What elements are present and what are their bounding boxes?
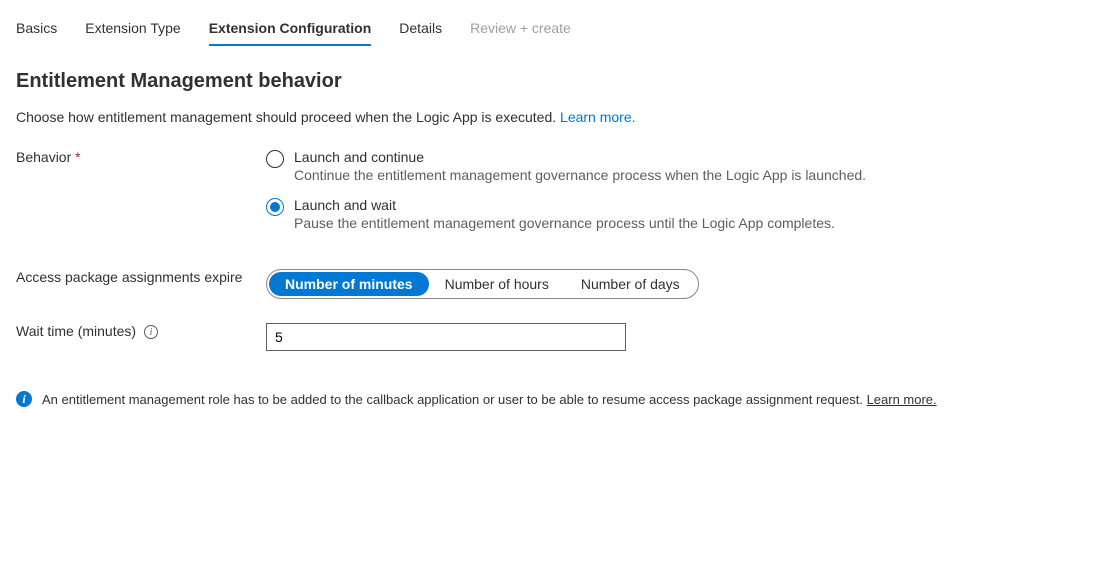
radio-launch-wait-desc: Pause the entitlement management governa…	[294, 215, 1084, 231]
notice-text: An entitlement management role has to be…	[42, 392, 867, 407]
radio-launch-wait-label[interactable]: Launch and wait	[294, 197, 1084, 213]
info-filled-icon: i	[16, 391, 32, 407]
tab-bar: Basics Extension Type Extension Configur…	[0, 0, 1100, 46]
wait-time-label: Wait time (minutes) i	[16, 323, 266, 351]
pill-days[interactable]: Number of days	[565, 272, 696, 296]
expire-pill-group: Number of minutes Number of hours Number…	[266, 269, 699, 299]
section-title: Entitlement Management behavior	[0, 46, 1100, 93]
behavior-options: Launch and continue Continue the entitle…	[266, 149, 1084, 245]
section-description: Choose how entitlement management should…	[0, 93, 1100, 125]
info-icon[interactable]: i	[144, 325, 158, 339]
tab-basics[interactable]: Basics	[16, 20, 57, 46]
notice-banner: i An entitlement management role has to …	[0, 351, 1100, 407]
behavior-label: Behavior *	[16, 149, 266, 245]
tab-extension-configuration[interactable]: Extension Configuration	[209, 20, 372, 46]
wait-time-input[interactable]	[266, 323, 626, 351]
description-text: Choose how entitlement management should…	[16, 109, 560, 125]
tab-details[interactable]: Details	[399, 20, 442, 46]
notice-learn-more-link[interactable]: Learn more.	[867, 392, 937, 407]
wait-time-label-text: Wait time (minutes)	[16, 323, 136, 339]
behavior-label-text: Behavior	[16, 149, 71, 165]
learn-more-link[interactable]: Learn more.	[560, 109, 635, 125]
radio-launch-continue-label[interactable]: Launch and continue	[294, 149, 1084, 165]
radio-launch-wait[interactable]	[266, 198, 284, 216]
radio-launch-continue[interactable]	[266, 150, 284, 168]
radio-launch-continue-desc: Continue the entitlement management gove…	[294, 167, 1084, 183]
required-asterisk: *	[75, 149, 80, 165]
pill-minutes[interactable]: Number of minutes	[269, 272, 429, 296]
expire-label: Access package assignments expire	[16, 269, 266, 299]
tab-extension-type[interactable]: Extension Type	[85, 20, 180, 46]
pill-hours[interactable]: Number of hours	[429, 272, 565, 296]
tab-review-create: Review + create	[470, 20, 571, 46]
